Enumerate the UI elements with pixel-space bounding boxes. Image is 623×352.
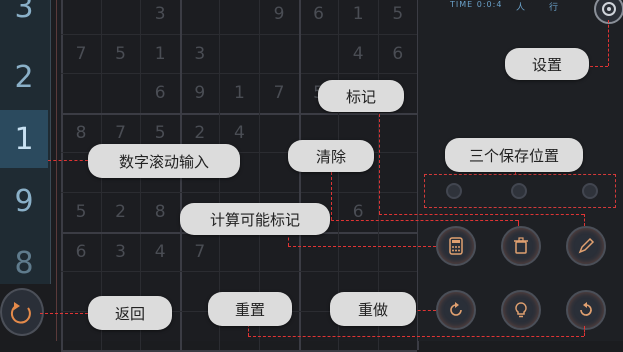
redo-button[interactable] bbox=[566, 290, 606, 330]
undo-icon bbox=[450, 302, 462, 316]
connector-line bbox=[248, 336, 584, 337]
status-label: 行 bbox=[549, 3, 559, 13]
connector-line bbox=[584, 326, 585, 336]
connector-line bbox=[379, 114, 380, 214]
board-cell[interactable]: 4 bbox=[140, 232, 180, 272]
wheel-digit[interactable]: 9 bbox=[0, 172, 48, 230]
connector-line bbox=[331, 172, 332, 220]
callout-reset: 重置 bbox=[208, 292, 292, 326]
board-cell[interactable]: 1 bbox=[219, 73, 259, 113]
board-cell[interactable]: 6 bbox=[378, 34, 418, 74]
wheel-digit-selected[interactable]: 1 bbox=[0, 110, 48, 168]
clear-button[interactable] bbox=[501, 226, 541, 266]
callout-three-slots: 三个保存位置 bbox=[445, 138, 583, 172]
save-slot-1[interactable] bbox=[446, 183, 462, 199]
connector-line bbox=[48, 160, 88, 161]
number-scroll-wheel[interactable]: 3 2 1 9 8 bbox=[0, 0, 51, 284]
board-cell[interactable]: 1 bbox=[140, 34, 180, 74]
callout-back: 返回 bbox=[88, 296, 172, 330]
board-cell[interactable]: 3 bbox=[101, 232, 141, 272]
callout-mark: 标记 bbox=[318, 80, 404, 112]
wheel-digit[interactable]: 3 bbox=[0, 0, 48, 36]
callout-clear: 清除 bbox=[288, 140, 374, 172]
connector-line bbox=[518, 220, 519, 226]
board-cell[interactable]: 3 bbox=[180, 34, 220, 74]
back-arrow-icon bbox=[10, 302, 31, 324]
callout-scroll-input: 数字滚动输入 bbox=[88, 144, 240, 178]
board-cell[interactable]: 6 bbox=[338, 192, 378, 232]
connector-line bbox=[590, 66, 608, 67]
undo-button[interactable] bbox=[436, 290, 476, 330]
grid-line bbox=[298, 0, 301, 351]
calc-marks-button[interactable] bbox=[436, 226, 476, 266]
callout-calc-marks: 计算可能标记 bbox=[180, 203, 330, 235]
connector-line bbox=[331, 220, 518, 221]
board-cell[interactable]: 8 bbox=[140, 192, 180, 232]
wheel-digit[interactable]: 8 bbox=[0, 234, 48, 292]
board-cell[interactable]: 3 bbox=[140, 0, 180, 34]
status-label: 人 bbox=[516, 3, 526, 13]
board-cell[interactable]: 6 bbox=[299, 0, 339, 34]
lightbulb-icon bbox=[515, 302, 527, 318]
board-cell[interactable]: 2 bbox=[101, 192, 141, 232]
timer: TIME 0:0:4 bbox=[450, 0, 503, 9]
board-cell[interactable]: 6 bbox=[140, 73, 180, 113]
board-cell[interactable]: 9 bbox=[259, 0, 299, 34]
connector-line bbox=[608, 20, 609, 66]
connector-line bbox=[379, 214, 584, 215]
trash-icon bbox=[514, 237, 528, 254]
hint-button[interactable] bbox=[501, 290, 541, 330]
board-cell[interactable]: 9 bbox=[180, 73, 220, 113]
calculator-icon bbox=[449, 237, 463, 255]
pencil-icon bbox=[578, 237, 595, 254]
save-slot-3[interactable] bbox=[582, 183, 598, 199]
board-cell[interactable]: 5 bbox=[378, 0, 418, 34]
gear-icon bbox=[602, 2, 616, 16]
back-button[interactable] bbox=[0, 288, 44, 336]
board-cell[interactable]: 7 bbox=[180, 232, 220, 272]
callout-redo: 重做 bbox=[330, 292, 416, 326]
board-cell[interactable]: 5 bbox=[101, 34, 141, 74]
connector-line bbox=[288, 246, 436, 247]
callout-settings: 设置 bbox=[505, 48, 589, 80]
board-cell[interactable]: 7 bbox=[61, 34, 101, 74]
wheel-digit[interactable]: 2 bbox=[0, 48, 48, 106]
redo-icon bbox=[580, 302, 592, 316]
board-cell[interactable]: 7 bbox=[259, 73, 299, 113]
board-cell[interactable]: 5 bbox=[61, 192, 101, 232]
connector-line bbox=[584, 214, 585, 226]
connector-line bbox=[40, 313, 88, 314]
board-cell[interactable]: 6 bbox=[61, 232, 101, 272]
board-cell[interactable]: 4 bbox=[338, 34, 378, 74]
mark-button[interactable] bbox=[566, 226, 606, 266]
board-cell[interactable]: 1 bbox=[338, 0, 378, 34]
save-slot-2[interactable] bbox=[511, 183, 527, 199]
